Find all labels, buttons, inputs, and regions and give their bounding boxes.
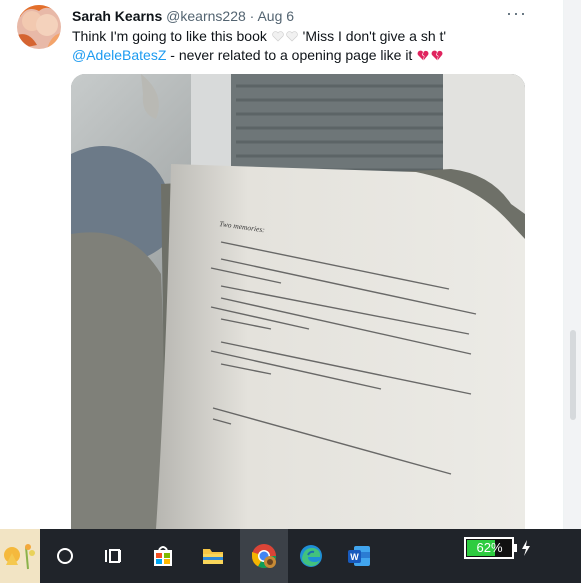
scrollbar-thumb[interactable] [570, 330, 576, 420]
tweet-text-line1: Think I'm going to like this book [72, 28, 267, 44]
weather-widget-icon[interactable] [0, 529, 40, 583]
battery-percent: 62% [476, 540, 503, 555]
chrome-icon[interactable] [240, 529, 288, 583]
task-view-icon[interactable] [96, 529, 130, 583]
separator: · [249, 8, 255, 24]
tweet-photo[interactable]: Two memories: [71, 74, 525, 529]
edge-icon[interactable] [294, 529, 328, 583]
avatar[interactable] [17, 5, 61, 49]
tweet-header: Sarah Kearns @kearns228 · Aug 6 [72, 7, 543, 27]
tweet[interactable]: Sarah Kearns @kearns228 · Aug 6 ··· Thin… [0, 0, 564, 529]
mention-link[interactable]: @AdeleBatesZ [72, 47, 166, 63]
tweet-text: Think I'm going to like this book 'Miss … [72, 27, 542, 65]
word-icon[interactable]: W [342, 529, 376, 583]
more-options-icon[interactable]: ··· [506, 3, 527, 24]
svg-text:W: W [350, 552, 359, 562]
tweet-quote: 'Miss I don't give a sh t' [302, 28, 447, 44]
start-icon[interactable] [48, 529, 82, 583]
white-heart-icon [272, 31, 284, 42]
file-explorer-icon[interactable] [196, 529, 230, 583]
charging-icon [521, 540, 531, 561]
display-name[interactable]: Sarah Kearns [72, 8, 162, 24]
store-icon[interactable] [146, 529, 180, 583]
broken-heart-icon [417, 50, 429, 61]
tweet-date[interactable]: Aug 6 [257, 8, 294, 24]
scrollbar[interactable] [563, 0, 581, 529]
white-heart-icon [286, 31, 298, 42]
user-handle[interactable]: @kearns228 [166, 8, 246, 24]
broken-heart-icon [431, 50, 443, 61]
tweet-text-line2: - never related to a opening page like i… [170, 47, 413, 63]
